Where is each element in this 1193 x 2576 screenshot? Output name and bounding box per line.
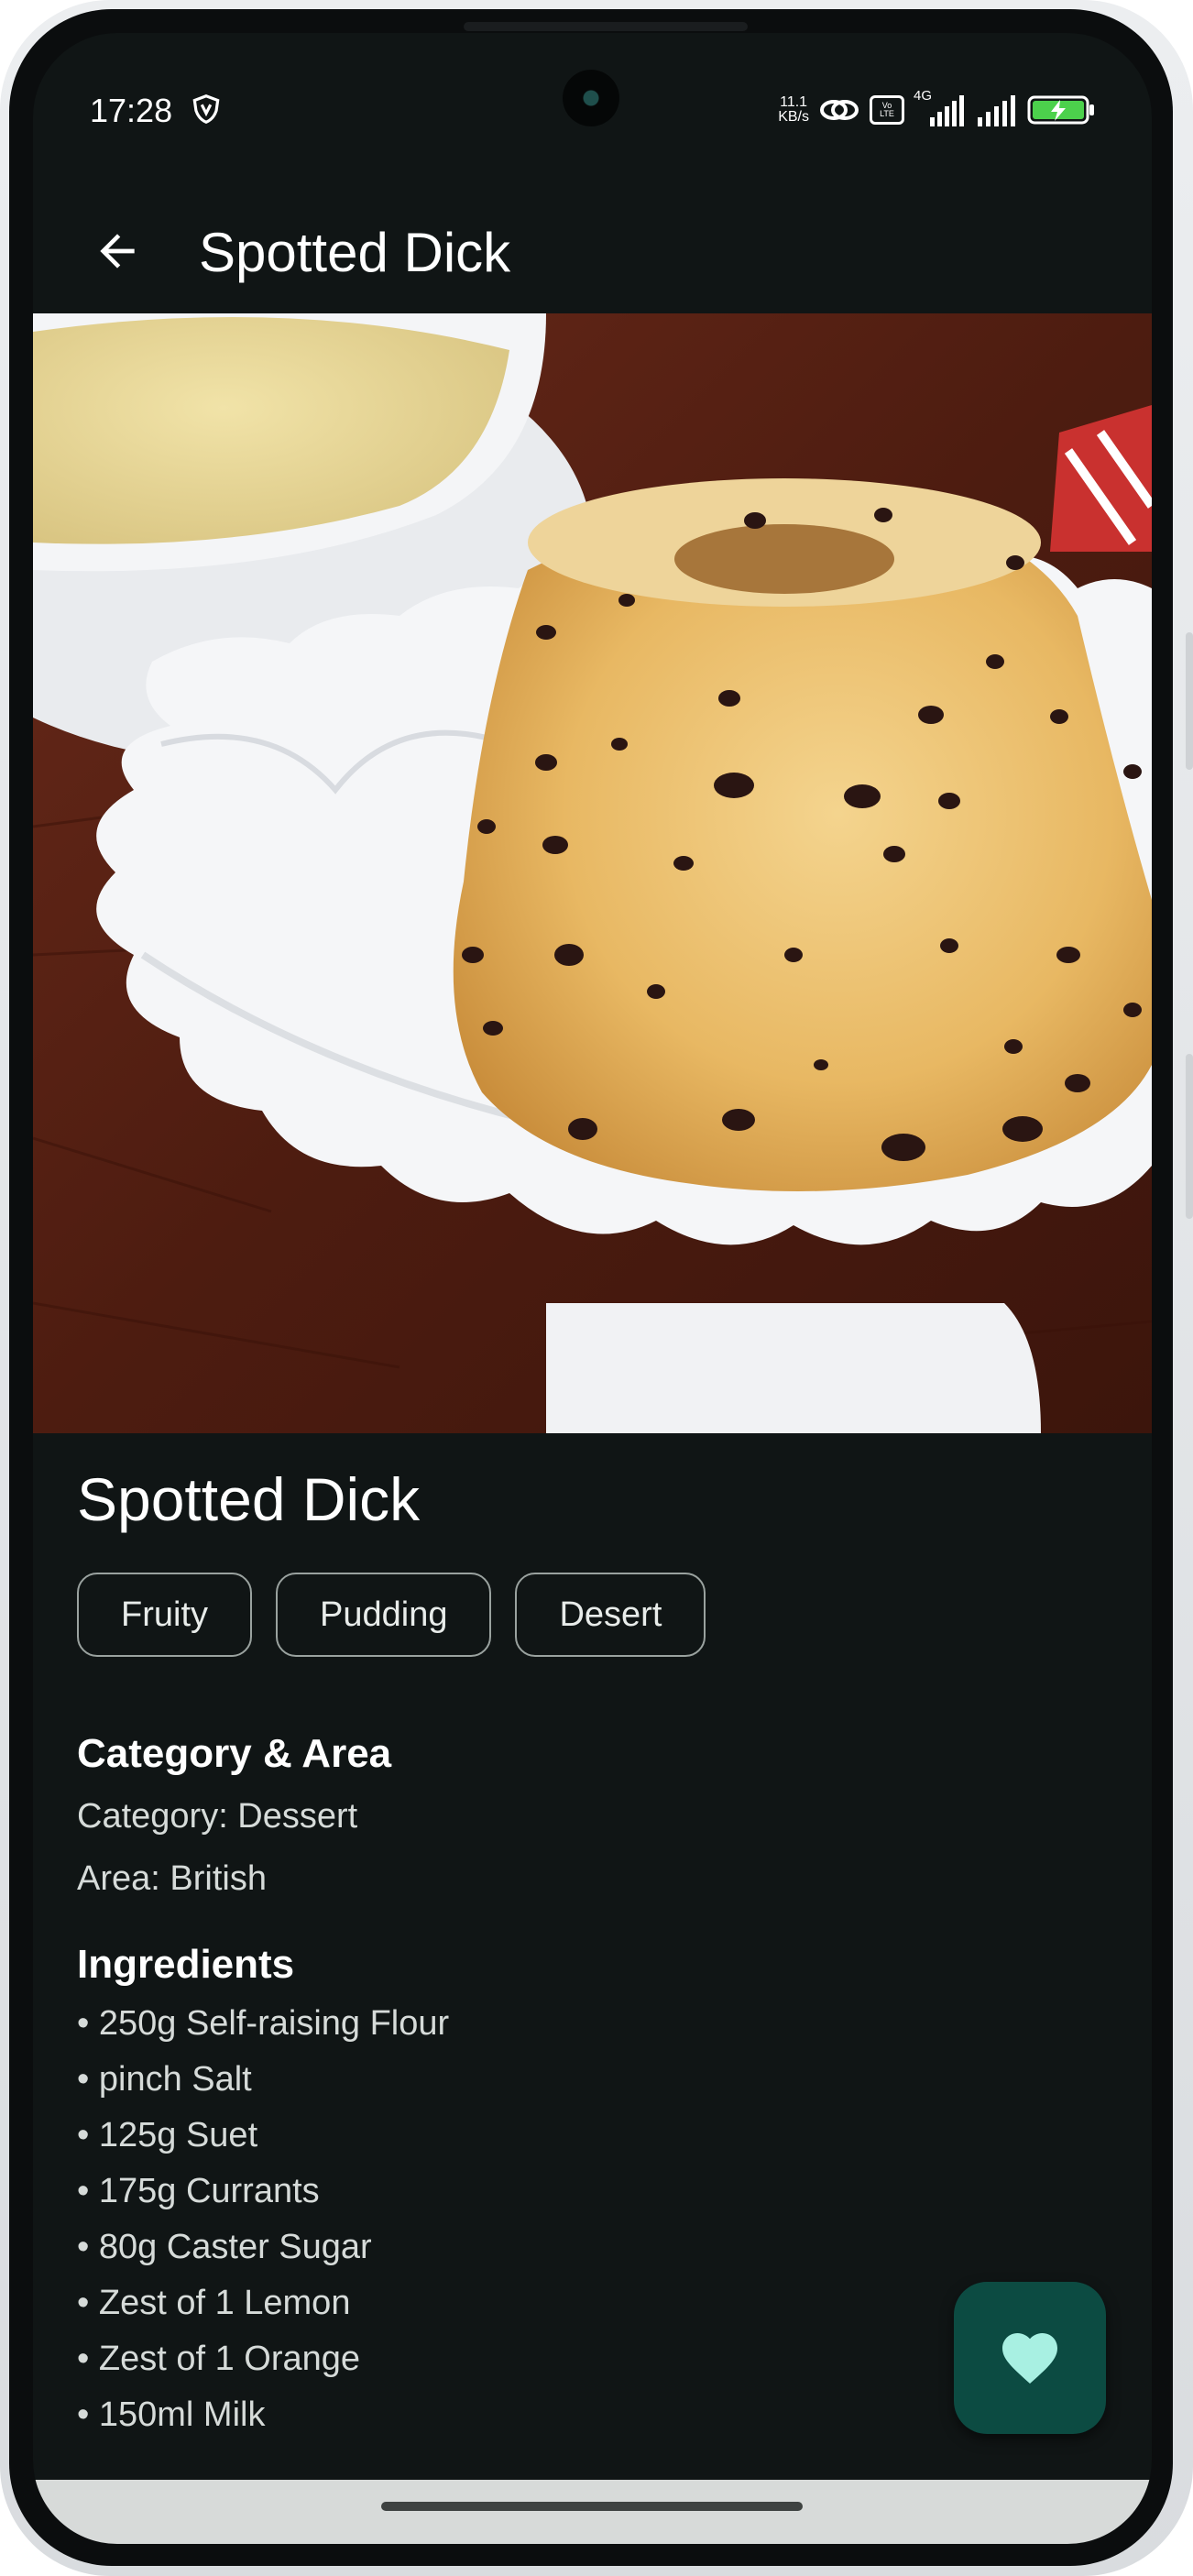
device-frame: 17:28 11.1 KB/s Vo LTE 4G Spotted Dick S…	[0, 0, 1193, 2576]
meal-details: Spotted Dick Fruity Pudding Desert Categ…	[77, 1463, 1103, 2443]
arrow-back-icon	[100, 234, 135, 269]
ingredient-item: • Zest of 1 Orange	[77, 2340, 361, 2378]
ingredient-item: • 80g Caster Sugar	[77, 2228, 372, 2266]
back-button[interactable]	[81, 214, 154, 288]
network-speed: 11.1 KB/s	[778, 95, 809, 125]
tag-chip[interactable]: Desert	[515, 1573, 706, 1657]
ingredient-item: • 175g Currants	[77, 2172, 320, 2210]
status-icons: 11.1 KB/s Vo LTE 4G	[778, 88, 1097, 130]
signal-icon	[978, 95, 1015, 126]
earpiece	[464, 22, 748, 31]
ingredient-item: • Zest of 1 Lemon	[77, 2284, 351, 2322]
signal-4g-icon: 4G	[914, 88, 965, 128]
heart-icon	[1002, 2333, 1057, 2384]
pudding-illustration	[33, 313, 1152, 1433]
signal-bars-icon	[930, 95, 964, 126]
gesture-bar	[33, 2480, 1152, 2544]
section-title-ingredients: Ingredients	[77, 1942, 295, 1987]
power-button	[1186, 1054, 1193, 1219]
ingredient-list: • 250g Self-raising Flour • pinch Salt •…	[77, 1996, 1103, 2443]
screen: 17:28 11.1 KB/s Vo LTE 4G Spotted Dick S…	[33, 33, 1152, 2544]
volte-label: Vo LTE	[880, 101, 894, 118]
section-title-category-area: Category & Area	[77, 1731, 392, 1776]
meal-image	[33, 313, 1152, 1433]
volte-icon: Vo LTE	[870, 95, 904, 125]
ingredient-item: • 250g Self-raising Flour	[77, 2004, 450, 2043]
vpn-shield-icon	[192, 94, 220, 124]
status-bar: 17:28 11.1 KB/s Vo LTE 4G	[33, 33, 1152, 152]
tag-chip[interactable]: Pudding	[276, 1573, 492, 1657]
page-title: Spotted Dick	[199, 222, 511, 283]
ingredient-item: • 150ml Milk	[77, 2395, 266, 2434]
tag-list: Fruity Pudding Desert	[77, 1573, 1103, 1657]
network-speed-unit: KB/s	[778, 109, 809, 125]
status-time: 17:28	[90, 92, 173, 129]
ingredient-item: • pinch Salt	[77, 2060, 252, 2099]
app-bar: Spotted Dick	[33, 189, 1152, 317]
ingredient-item: • 125g Suet	[77, 2116, 258, 2154]
area-text: Area: British	[77, 1859, 267, 1898]
meal-name: Spotted Dick	[77, 1465, 421, 1533]
favorite-button[interactable]	[954, 2282, 1106, 2434]
hotspot-link-icon	[820, 100, 859, 120]
category-area-section: Category & Area Category: Dessert Area: …	[77, 1728, 1103, 1910]
battery-charging-icon	[1027, 95, 1094, 125]
network-speed-value: 11.1	[780, 94, 808, 110]
ingredients-section: Ingredients • 250g Self-raising Flour • …	[77, 1939, 1103, 2443]
volume-button	[1186, 632, 1193, 770]
tag-chip[interactable]: Fruity	[77, 1573, 252, 1657]
category-text: Category: Dessert	[77, 1797, 358, 1836]
front-camera	[563, 70, 619, 126]
home-indicator[interactable]	[381, 2502, 803, 2511]
